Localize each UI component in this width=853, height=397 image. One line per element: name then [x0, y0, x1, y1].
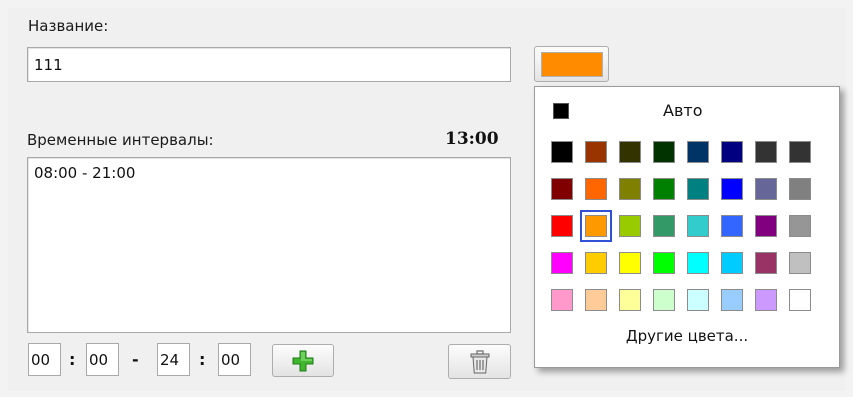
color-swatch[interactable] [551, 215, 573, 237]
color-swatch[interactable] [789, 289, 811, 311]
plus-icon [292, 350, 314, 371]
color-swatch[interactable] [789, 141, 811, 163]
color-swatch[interactable] [653, 289, 675, 311]
color-swatch[interactable] [687, 289, 709, 311]
color-swatch[interactable] [721, 178, 743, 200]
color-swatch[interactable] [755, 289, 777, 311]
color-swatch[interactable] [789, 252, 811, 274]
color-swatch[interactable] [580, 210, 612, 242]
color-picker-popup: Авто Другие цвета... [534, 86, 840, 368]
colon-separator: : [69, 350, 76, 369]
color-swatch[interactable] [619, 215, 641, 237]
color-swatch[interactable] [755, 141, 777, 163]
from-minute-field[interactable] [86, 343, 119, 376]
auto-color-swatch [553, 103, 569, 119]
color-swatch[interactable] [789, 178, 811, 200]
color-swatch[interactable] [721, 141, 743, 163]
intervals-label: Временные интервалы: [27, 131, 214, 149]
color-swatch[interactable] [687, 252, 709, 274]
color-swatch[interactable] [755, 178, 777, 200]
name-input[interactable] [27, 47, 511, 82]
color-swatch[interactable] [551, 178, 573, 200]
color-swatch[interactable] [551, 141, 573, 163]
color-swatch[interactable] [653, 215, 675, 237]
trash-icon [470, 349, 489, 373]
color-dropdown-button[interactable] [534, 46, 609, 82]
color-swatch[interactable] [619, 178, 641, 200]
color-swatch[interactable] [585, 141, 607, 163]
other-colors-option[interactable]: Другие цвета... [535, 327, 839, 345]
color-swatch[interactable] [687, 141, 709, 163]
list-item[interactable]: 08:00 - 21:00 [34, 164, 504, 182]
from-hour-field[interactable] [28, 343, 61, 376]
auto-label: Авто [663, 101, 703, 120]
range-dash: - [132, 350, 139, 369]
color-swatch[interactable] [653, 178, 675, 200]
intervals-list[interactable]: 08:00 - 21:00 [27, 157, 511, 333]
name-label: Название: [28, 17, 109, 35]
color-swatch[interactable] [721, 289, 743, 311]
color-swatch[interactable] [789, 215, 811, 237]
color-swatch[interactable] [619, 141, 641, 163]
auto-color-option[interactable]: Авто [547, 101, 832, 123]
color-swatch[interactable] [687, 178, 709, 200]
color-swatch[interactable] [653, 252, 675, 274]
color-swatch[interactable] [551, 289, 573, 311]
color-swatch[interactable] [653, 141, 675, 163]
delete-interval-button[interactable] [448, 344, 511, 379]
color-swatch[interactable] [755, 252, 777, 274]
to-minute-field[interactable] [218, 343, 251, 376]
color-swatch[interactable] [619, 289, 641, 311]
color-swatch[interactable] [687, 215, 709, 237]
colon-separator: : [199, 350, 206, 369]
color-swatch[interactable] [619, 252, 641, 274]
color-swatch[interactable] [585, 289, 607, 311]
color-swatch[interactable] [585, 178, 607, 200]
color-swatch[interactable] [585, 252, 607, 274]
color-swatch[interactable] [755, 215, 777, 237]
add-interval-button[interactable] [272, 344, 334, 377]
color-swatch[interactable] [551, 252, 573, 274]
current-time: 13:00 [445, 129, 499, 149]
color-swatch[interactable] [721, 252, 743, 274]
to-hour-field[interactable] [157, 343, 190, 376]
color-swatch[interactable] [721, 215, 743, 237]
selected-color-swatch [540, 51, 603, 77]
